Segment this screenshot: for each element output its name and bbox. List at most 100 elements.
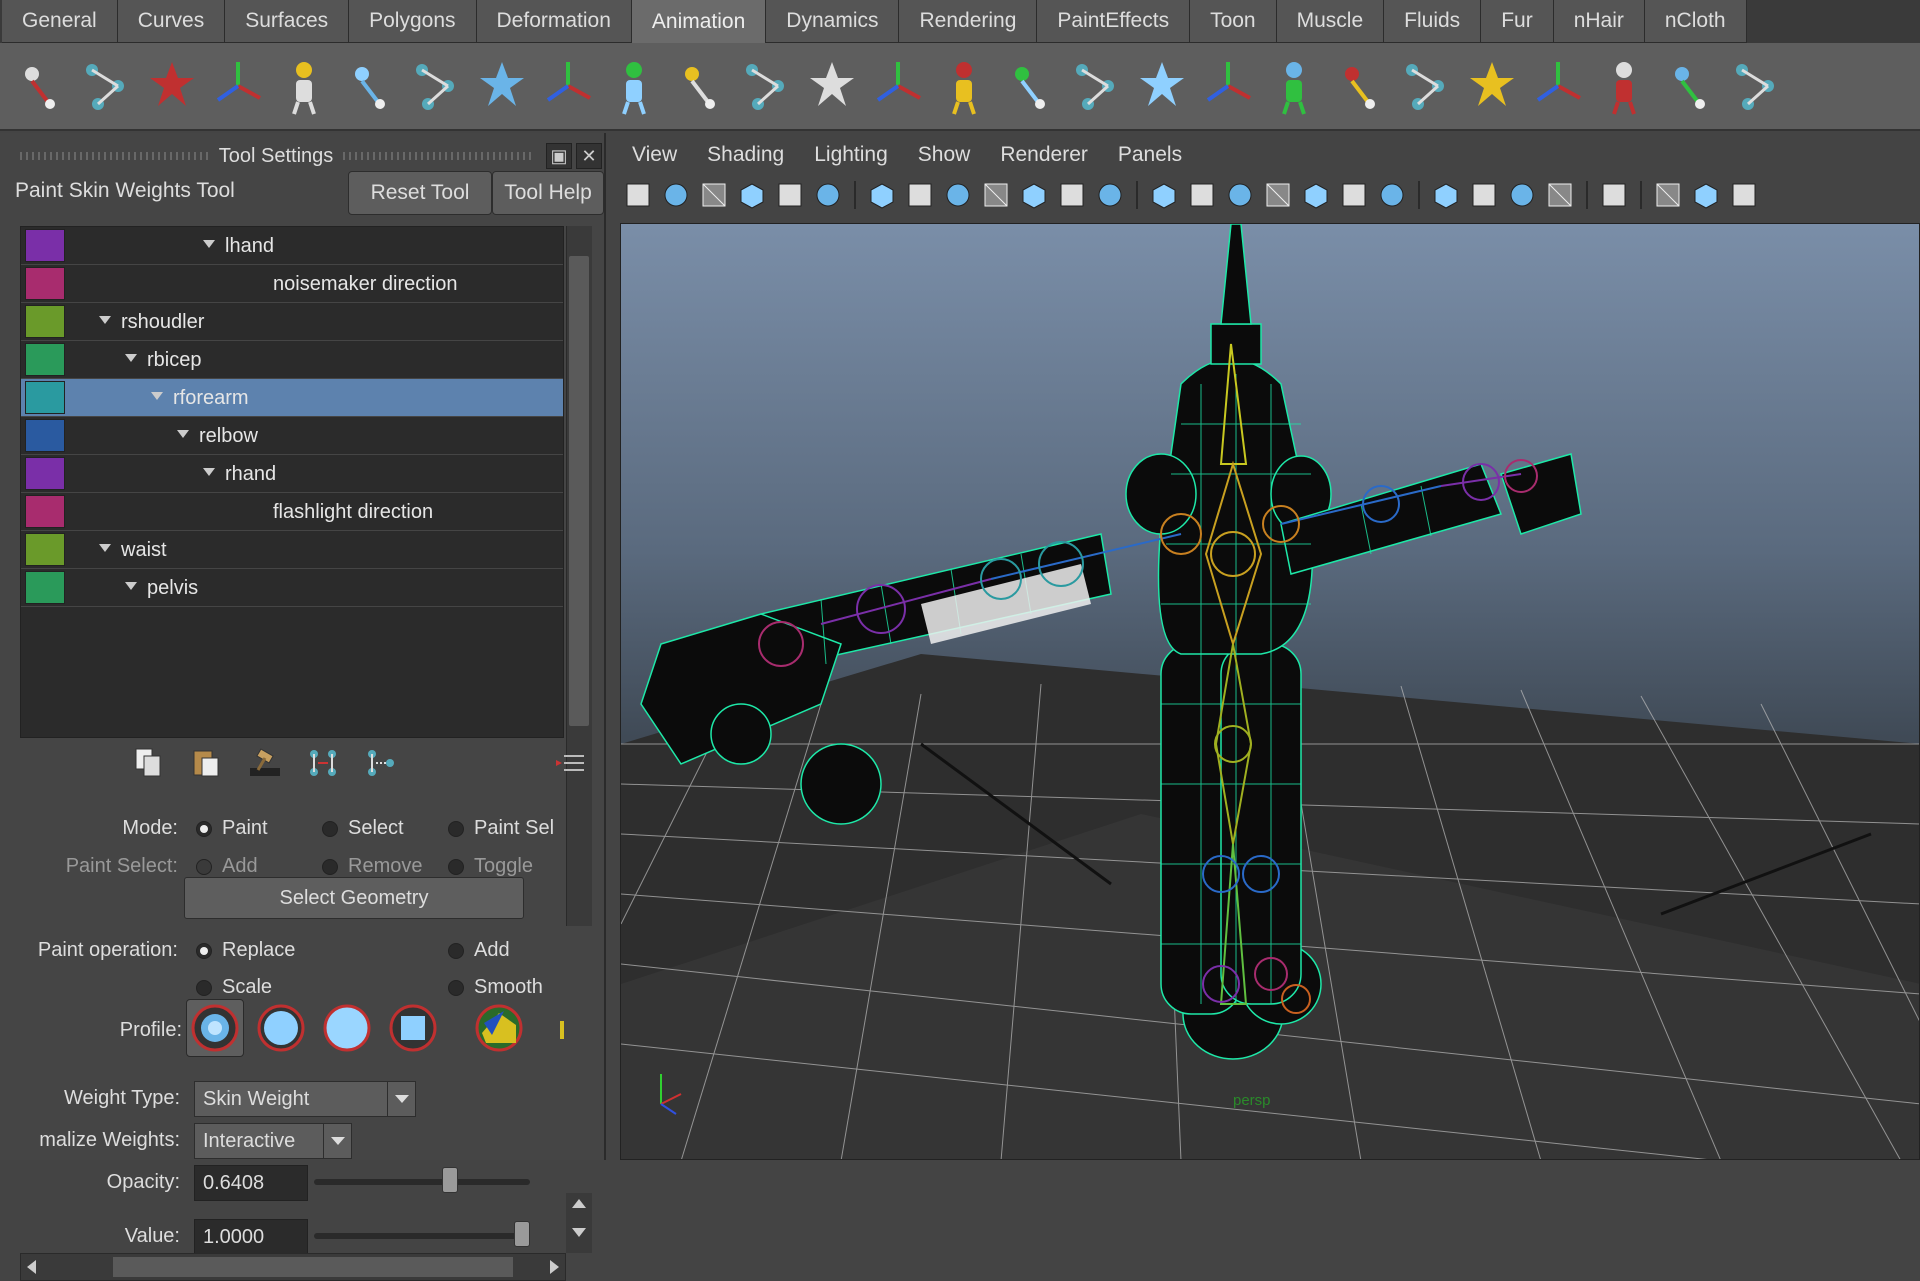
screen-ao-icon[interactable]	[1430, 179, 1462, 211]
skeleton-icon[interactable]	[1068, 54, 1124, 118]
influence-color-swatch[interactable]	[25, 229, 65, 262]
horizontal-scrollbar[interactable]	[20, 1253, 566, 1281]
value-slider[interactable]	[314, 1233, 530, 1239]
value-field[interactable]: 1.0000	[194, 1219, 308, 1255]
texture-icon[interactable]	[1300, 179, 1332, 211]
isolate-select-icon[interactable]	[1598, 179, 1630, 211]
scroll-arrows[interactable]	[566, 1193, 592, 1253]
scene-render[interactable]	[621, 224, 1920, 1160]
influence-row[interactable]: rbicep	[21, 341, 563, 379]
value-slider-thumb[interactable]	[514, 1221, 530, 1247]
influence-row[interactable]: rshoudler	[21, 303, 563, 341]
flat-shade-icon[interactable]	[1262, 179, 1294, 211]
expand-triangle-icon[interactable]	[125, 354, 137, 362]
influence-row[interactable]: rhand	[21, 455, 563, 493]
influence-row[interactable]: rforearm	[21, 379, 563, 417]
tool-help-button[interactable]: Tool Help	[492, 171, 604, 215]
mode-paint-radio[interactable]: Paint	[196, 817, 268, 840]
tab-muscle[interactable]: Muscle	[1276, 0, 1385, 43]
solid-brush-icon[interactable]	[318, 999, 376, 1057]
field-chart-icon[interactable]	[1018, 179, 1050, 211]
float-panel-icon[interactable]: ▣	[546, 143, 573, 169]
joint-axis-icon[interactable]	[936, 54, 992, 118]
wire-on-shaded-icon[interactable]	[1224, 179, 1256, 211]
menu-renderer[interactable]: Renderer	[1000, 143, 1088, 167]
expand-triangle-icon[interactable]	[177, 430, 189, 438]
resolution-gate-icon[interactable]	[942, 179, 974, 211]
mode-paint-select-radio[interactable]: Paint Sel	[448, 817, 554, 840]
scroll-right-icon[interactable]	[550, 1260, 559, 1274]
xray-icon[interactable]	[1652, 179, 1684, 211]
menu-shading[interactable]: Shading	[707, 143, 784, 167]
drag-grip-right[interactable]	[343, 152, 533, 160]
paint-brush-icon[interactable]	[1398, 54, 1454, 118]
tab-toon[interactable]: Toon	[1190, 0, 1277, 43]
aim-constraint-icon[interactable]	[1596, 54, 1652, 118]
menu-panels[interactable]: Panels	[1118, 143, 1182, 167]
expand-triangle-icon[interactable]	[151, 392, 163, 400]
camera-attributes-icon[interactable]	[660, 179, 692, 211]
connect-joint-icon[interactable]	[804, 54, 860, 118]
smooth-bind-icon[interactable]	[276, 54, 332, 118]
expand-triangle-icon[interactable]	[99, 544, 111, 552]
remove-joint-icon[interactable]	[672, 54, 728, 118]
select-geometry-button[interactable]: Select Geometry	[184, 877, 524, 919]
operation-add-radio[interactable]: Add	[448, 939, 510, 962]
tab-painteffects[interactable]: PaintEffects	[1037, 0, 1191, 43]
horizontal-scrollbar-thumb[interactable]	[113, 1257, 513, 1277]
tab-curves[interactable]: Curves	[117, 0, 226, 43]
opacity-field[interactable]: 0.6408	[194, 1165, 308, 1201]
smooth-shade-icon[interactable]	[1186, 179, 1218, 211]
delete-history-icon[interactable]	[738, 54, 794, 118]
image-plane-icon[interactable]	[736, 179, 768, 211]
use-lights-icon[interactable]	[1338, 179, 1370, 211]
influence-list[interactable]: lhand noisemaker direction rshoudler rbicep…	[20, 226, 564, 738]
influence-color-swatch[interactable]	[25, 343, 65, 376]
xray-joints-icon[interactable]	[1690, 179, 1722, 211]
perspective-viewport[interactable]: persp	[620, 223, 1920, 1160]
xray-components-icon[interactable]	[1728, 179, 1760, 211]
joint-chain-icon[interactable]	[1002, 54, 1058, 118]
tab-surfaces[interactable]: Surfaces	[225, 0, 350, 43]
influence-row[interactable]: lhand	[21, 227, 563, 265]
expand-triangle-icon[interactable]	[99, 316, 111, 324]
weight-hammer-icon[interactable]	[246, 744, 284, 782]
influence-color-swatch[interactable]	[25, 305, 65, 338]
gaussian-brush-icon[interactable]	[186, 999, 244, 1057]
disconnect-joint-icon[interactable]	[870, 54, 926, 118]
operation-replace-radio[interactable]: Replace	[196, 939, 295, 962]
expand-triangle-icon[interactable]	[125, 582, 137, 590]
bind-skin-icon[interactable]	[210, 54, 266, 118]
hair-head-icon[interactable]	[1134, 54, 1190, 118]
opacity-slider-thumb[interactable]	[442, 1167, 459, 1193]
menu-view[interactable]: View	[632, 143, 677, 167]
influence-row[interactable]: pelvis	[21, 569, 563, 607]
influence-row[interactable]: relbow	[21, 417, 563, 455]
paint-select-remove-radio[interactable]: Remove	[322, 855, 422, 878]
influence-color-swatch[interactable]	[25, 457, 65, 490]
soft-brush-icon[interactable]	[252, 999, 310, 1057]
mirror-joint-icon[interactable]	[540, 54, 596, 118]
influence-color-swatch[interactable]	[25, 267, 65, 300]
motion-blur-icon[interactable]	[1468, 179, 1500, 211]
show-influences-icon[interactable]	[362, 744, 400, 782]
safe-title-icon[interactable]	[1094, 179, 1126, 211]
ik-spline-icon[interactable]	[144, 54, 200, 118]
tab-fur[interactable]: Fur	[1481, 0, 1554, 43]
menu-lighting[interactable]: Lighting	[814, 143, 888, 167]
select-camera-icon[interactable]	[622, 179, 654, 211]
weight-type-dropdown[interactable]: Skin Weight	[194, 1081, 416, 1117]
export-weights-icon[interactable]	[1332, 54, 1388, 118]
copy-weights-icon[interactable]	[130, 744, 168, 782]
grease-pencil-icon[interactable]	[812, 179, 844, 211]
list-options-icon[interactable]	[552, 744, 590, 782]
tab-polygons[interactable]: Polygons	[349, 0, 477, 43]
influence-color-swatch[interactable]	[25, 495, 65, 528]
expand-triangle-icon[interactable]	[203, 468, 215, 476]
menu-show[interactable]: Show	[918, 143, 971, 167]
tab-dynamics[interactable]: Dynamics	[766, 0, 900, 43]
bookmark-icon[interactable]	[698, 179, 730, 211]
paste-weights-icon[interactable]	[188, 744, 226, 782]
two-d-pan-icon[interactable]	[774, 179, 806, 211]
scroll-up-icon[interactable]	[572, 1199, 586, 1208]
